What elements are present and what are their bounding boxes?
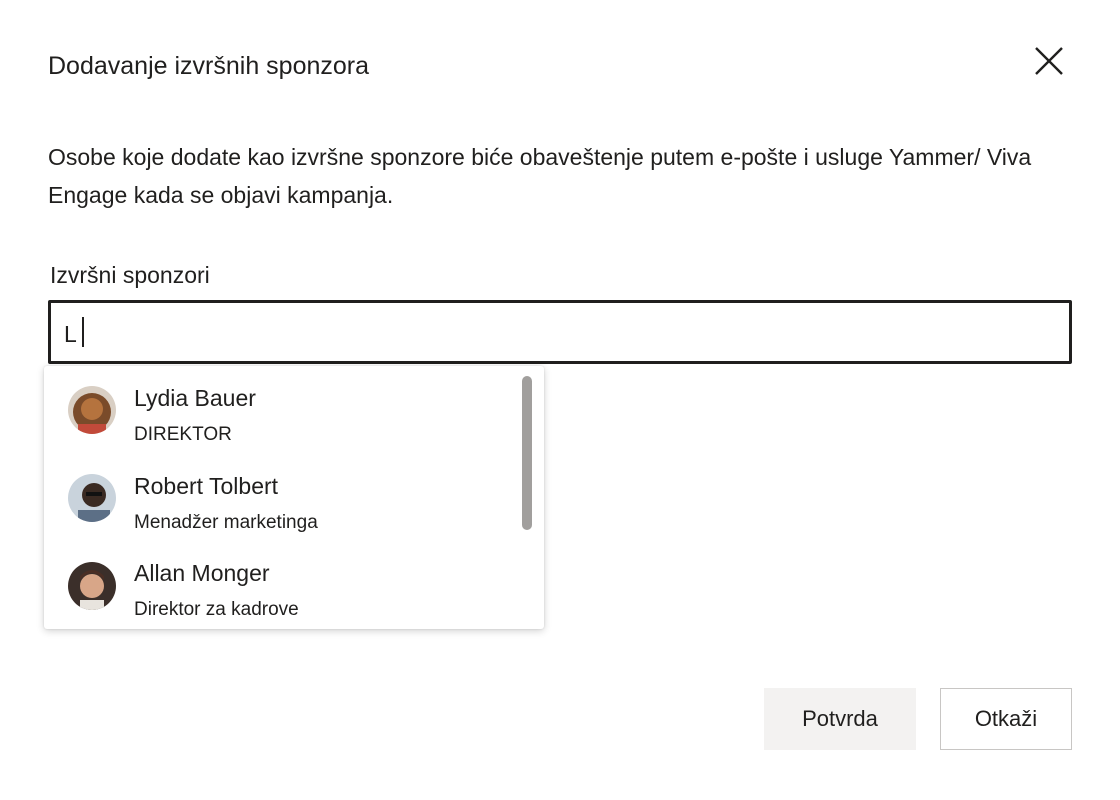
executive-sponsors-input[interactable]: L xyxy=(48,300,1072,364)
confirm-button[interactable]: Potvrda xyxy=(764,688,916,750)
suggestion-role: Menadžer marketinga xyxy=(134,512,318,533)
suggestion-item-allan-monger[interactable]: Allan Monger Direktor za kadrove xyxy=(44,542,514,629)
input-value: L xyxy=(64,321,77,347)
people-suggestions-dropdown: Lydia Bauer DIREKTOR Robert Tolbert Mena… xyxy=(44,366,544,629)
dialog-title: Dodavanje izvršnih sponzora xyxy=(48,52,370,80)
suggestion-name: Robert Tolbert xyxy=(134,473,279,499)
suggestion-name: Allan Monger xyxy=(134,560,270,586)
avatar xyxy=(68,386,116,434)
avatar xyxy=(68,474,116,522)
text-caret xyxy=(82,317,84,347)
suggestion-role: Direktor za kadrove xyxy=(134,599,299,620)
executive-sponsors-label: Izvršni sponzori xyxy=(50,262,210,288)
dropdown-scrollbar[interactable] xyxy=(520,374,534,624)
close-button[interactable] xyxy=(1028,40,1070,82)
suggestion-item-lydia-bauer[interactable]: Lydia Bauer DIREKTOR xyxy=(44,366,514,454)
suggestion-item-robert-tolbert[interactable]: Robert Tolbert Menadžer marketinga xyxy=(44,454,514,542)
suggestion-name: Lydia Bauer xyxy=(134,385,256,411)
dialog-description: Osobe koje dodate kao izvršne sponzore b… xyxy=(48,144,1032,208)
add-executive-sponsors-dialog: Dodavanje izvršnih sponzora Osobe koje d… xyxy=(0,0,1120,800)
scrollbar-thumb[interactable] xyxy=(522,376,532,530)
cancel-button[interactable]: Otkaži xyxy=(940,688,1072,750)
suggestion-role: DIREKTOR xyxy=(134,424,232,445)
close-icon xyxy=(1035,47,1063,75)
avatar xyxy=(68,562,116,610)
